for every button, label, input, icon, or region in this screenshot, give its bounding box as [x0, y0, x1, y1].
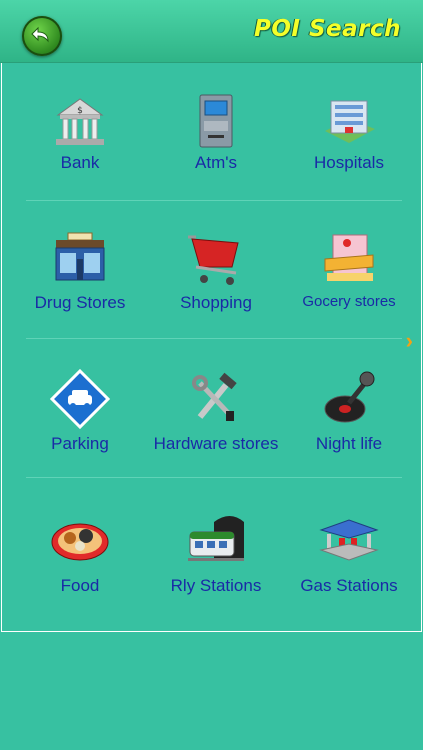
- category-hardware-stores[interactable]: Hardware stores: [146, 341, 286, 479]
- grid-row: Parking Hardware stores Night life: [2, 341, 421, 479]
- grid-row: $ Bank Atm's Hospitals: [2, 63, 421, 201]
- row-divider: [26, 477, 402, 478]
- back-arrow-icon: [31, 26, 49, 43]
- parking-icon: [50, 369, 110, 429]
- gas-station-icon: [319, 519, 379, 561]
- category-rly-stations[interactable]: Rly Stations: [146, 480, 286, 618]
- category-label: Atm's: [195, 153, 237, 172]
- header-bar: POI Search: [0, 0, 423, 63]
- category-label: Hardware stores: [153, 434, 279, 453]
- row-divider: [26, 338, 402, 339]
- category-label: Rly Stations: [170, 576, 262, 595]
- category-label: Night life: [315, 434, 383, 453]
- category-label: Parking: [51, 434, 109, 453]
- category-grid: $ Bank Atm's Hospitals Drug Stores Shopp…: [1, 63, 422, 632]
- category-food[interactable]: Food: [10, 480, 150, 618]
- category-night-life[interactable]: Night life: [279, 341, 419, 479]
- atm-icon: [199, 94, 233, 148]
- category-label: Hospitals: [314, 153, 384, 172]
- category-shopping[interactable]: Shopping: [146, 201, 286, 339]
- category-label: Bank: [60, 153, 100, 172]
- category-bank[interactable]: $ Bank: [10, 63, 150, 201]
- category-label: Gocery stores: [302, 293, 396, 310]
- shopping-cart-icon: [188, 235, 239, 285]
- hardware-tools-icon: [192, 372, 237, 421]
- svg-text:$: $: [77, 106, 83, 116]
- category-atm[interactable]: Atm's: [146, 63, 286, 201]
- grocery-store-icon: [324, 234, 374, 281]
- category-grocery-stores[interactable]: Gocery stores: [279, 201, 419, 339]
- hospital-icon: [325, 100, 375, 143]
- bank-icon: $: [56, 98, 104, 145]
- food-platter-icon: [51, 523, 109, 561]
- microphone-icon: [324, 371, 375, 423]
- train-icon: [188, 516, 244, 561]
- page-title: POI Search: [253, 16, 401, 42]
- category-label: Drug Stores: [34, 293, 126, 312]
- grid-row: Drug Stores Shopping Gocery stores: [2, 201, 421, 339]
- category-label: Gas Stations: [300, 576, 398, 595]
- footer-area: [0, 633, 423, 750]
- grid-row: Food Rly Stations Gas Stations: [2, 480, 421, 618]
- category-hospitals[interactable]: Hospitals: [279, 63, 419, 201]
- category-label: Shopping: [180, 293, 252, 312]
- category-drug-stores[interactable]: Drug Stores: [10, 201, 150, 339]
- chevron-right-icon[interactable]: ›: [406, 328, 413, 354]
- drug-store-icon: [55, 232, 105, 281]
- category-gas-stations[interactable]: Gas Stations: [279, 480, 419, 618]
- category-parking[interactable]: Parking: [10, 341, 150, 479]
- category-label: Food: [60, 576, 100, 595]
- back-button[interactable]: [22, 16, 62, 56]
